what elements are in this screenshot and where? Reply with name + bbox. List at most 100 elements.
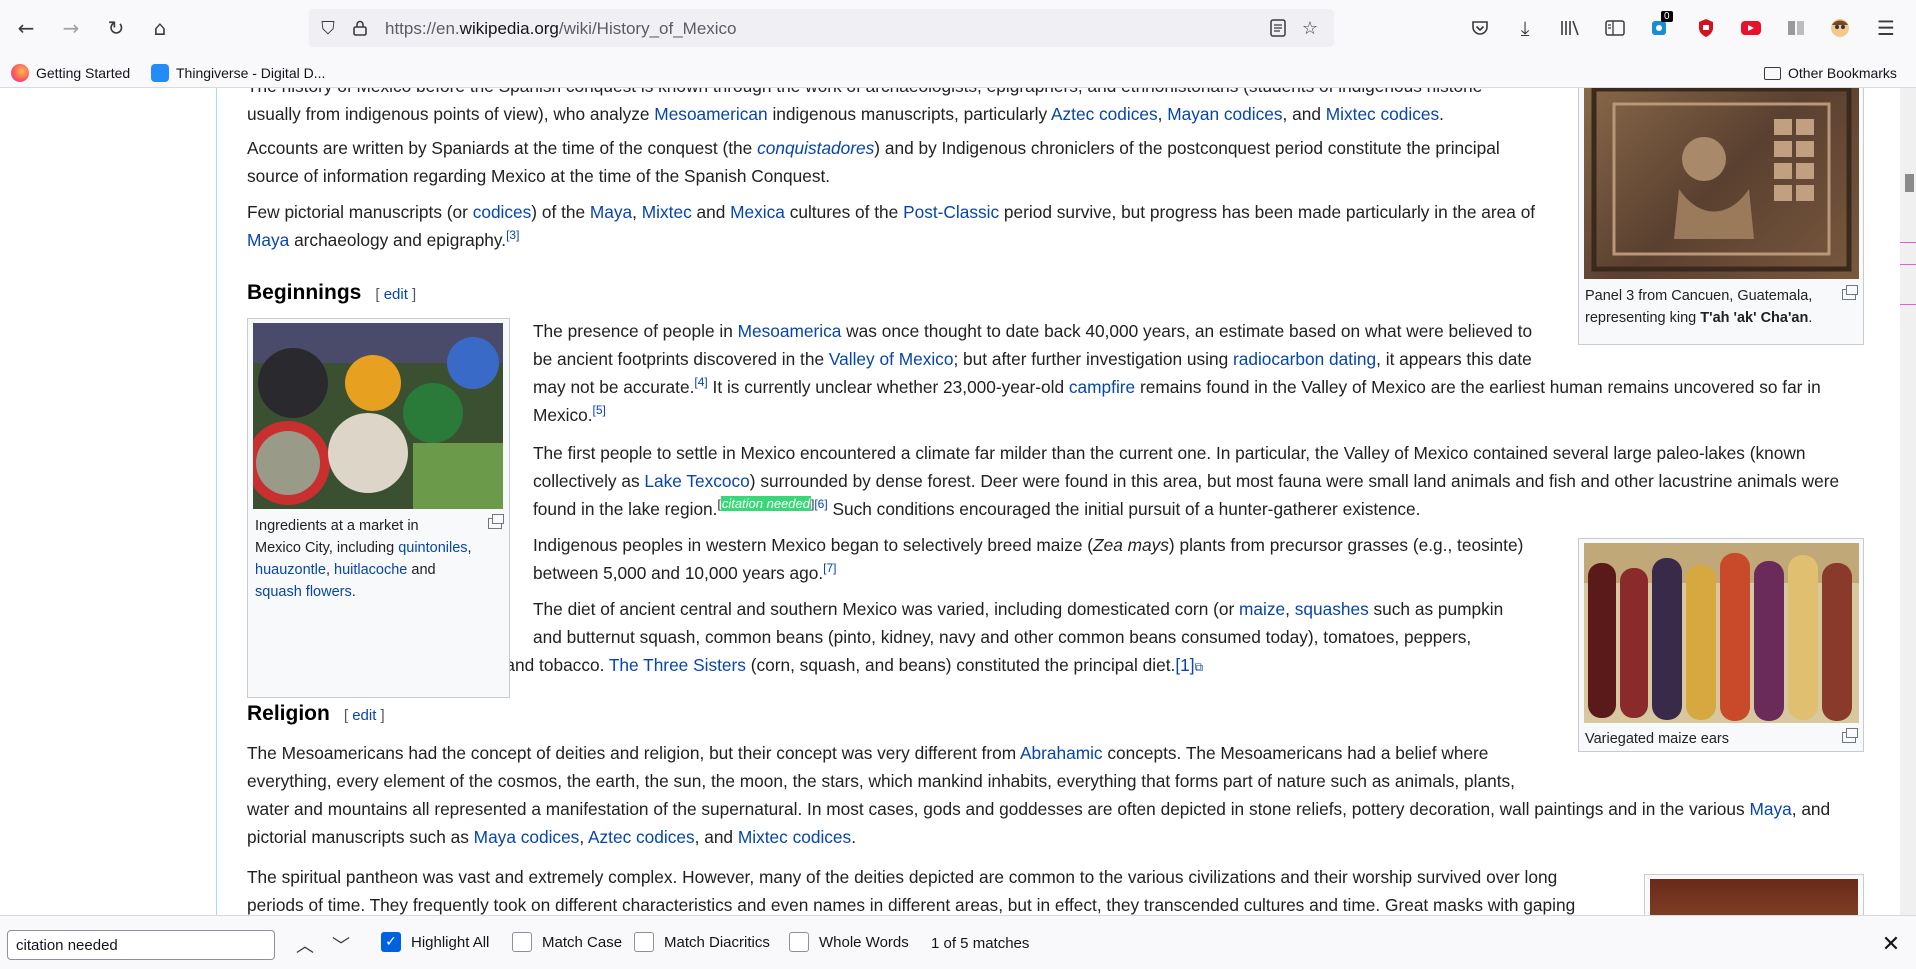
figure-stone-relief [1644,874,1864,915]
enlarge-icon[interactable] [1842,728,1858,743]
link-mixtec-codices-2[interactable]: Mixtec codices [738,827,851,847]
forward-arrow-icon[interactable]: → [57,14,85,42]
video-extension-icon[interactable] [1737,14,1765,42]
reload-icon[interactable]: ↻ [102,14,130,42]
avatar-extension-icon[interactable] [1826,14,1854,42]
link-squashes[interactable]: squashes [1295,599,1369,619]
other-bookmarks[interactable]: Other Bookmarks [1764,63,1897,83]
figure-maize: Variegated maize ears [1578,538,1864,752]
link-radiocarbon-dating[interactable]: radiocarbon dating [1233,349,1376,369]
vertical-scrollbar[interactable] [1900,88,1916,915]
link-codices[interactable]: codices [473,202,532,222]
link-maya-3[interactable]: Maya [1749,799,1791,819]
ref-1[interactable]: [1] [1175,655,1194,675]
checkbox-box [512,932,532,952]
checkbox-box [634,932,654,952]
enlarge-icon[interactable] [1842,285,1858,300]
r-p2-line-2: periods of time. They frequently took on… [247,895,1576,915]
highlight-all-checkbox[interactable]: ✓ Highlight All [381,932,489,952]
bookmark-label: Thingiverse - Digital D... [176,65,326,81]
edit-section-link[interactable]: [ edit ] [375,286,416,303]
figure-market: Ingredients at a market in Mexico City, … [247,318,510,698]
address-bar[interactable]: ⛉ https://en.wikipedia.org/wiki/History_… [309,9,1334,47]
extension-badge: 0 [1661,11,1673,22]
checkmark-icon: ✓ [381,932,401,952]
match-diacritics-checkbox[interactable]: Match Diacritics [634,932,770,952]
lock-icon[interactable] [349,17,371,39]
ref-3[interactable]: [3] [506,228,519,242]
menu-hamburger-icon[interactable]: ☰ [1872,14,1900,42]
reading-extension-icon[interactable] [1782,14,1810,42]
market-image[interactable] [253,323,503,509]
url-text[interactable]: https://en.wikipedia.org/wiki/History_of… [385,19,737,39]
link-valley-of-mexico[interactable]: Valley of Mexico [829,349,954,369]
find-next-icon[interactable]: ﹀ [328,932,354,958]
bookmark-label: Getting Started [36,65,131,81]
link-abrahamic[interactable]: Abrahamic [1020,743,1103,763]
bookmark-getting-started[interactable]: Getting Started [11,63,130,83]
bookmark-star-icon[interactable]: ☆ [1299,17,1321,39]
r-p2-line-1: The spiritual pantheon was vast and extr… [247,867,1558,887]
find-previous-icon[interactable]: ︿ [292,932,318,958]
scrollbar-thumb[interactable] [1905,174,1914,192]
match-diacritics-label: Match Diacritics [664,933,770,951]
ref-6[interactable]: [6] [814,497,827,511]
find-status: 1 of 5 matches [931,935,1030,952]
close-icon[interactable]: ✕ [1877,930,1905,958]
intro-paragraph-1: The history of Mexico before the Spanish… [247,88,1482,128]
link-mesoamerica[interactable]: Mesoamerica [738,321,842,341]
checkbox-box [789,932,809,952]
link-aztec-codices-2[interactable]: Aztec codices [588,827,695,847]
back-arrow-icon[interactable]: ← [12,14,40,42]
downloads-icon[interactable]: ⤓ [1511,14,1539,42]
enlarge-icon[interactable] [488,514,504,529]
citation-needed-highlight[interactable]: citation needed [720,496,811,512]
content-border [216,88,217,915]
ref-4[interactable]: [4] [694,375,707,389]
other-bookmarks-label: Other Bookmarks [1788,65,1897,81]
find-input[interactable] [7,930,275,960]
library-icon[interactable] [1556,14,1584,42]
ref-5[interactable]: [5] [593,403,606,417]
link-quintoniles[interactable]: quintoniles [398,540,467,556]
whole-words-checkbox[interactable]: Whole Words [789,932,909,952]
link-conquistadores[interactable]: conquistadores [757,138,874,158]
pocket-icon[interactable] [1466,14,1494,42]
bookmark-thingiverse[interactable]: Thingiverse - Digital D... [151,63,325,83]
cancuen-panel-image[interactable] [1584,88,1859,279]
whole-words-label: Whole Words [819,933,909,951]
figure-cancuen-panel: Panel 3 from Cancuen, Guatemala, represe… [1578,88,1864,345]
edit-section-link[interactable]: [ edit ] [344,707,385,724]
link-huauzontle[interactable]: huauzontle [255,562,326,578]
link-mixtec[interactable]: Mixtec [642,202,692,222]
link-maya[interactable]: Maya [590,202,632,222]
link-huitlacoche[interactable]: huitlacoche [334,562,407,578]
sidebar-icon[interactable] [1601,14,1629,42]
match-marker [1900,264,1916,265]
ref-7[interactable]: [7] [823,561,836,575]
link-mayan-codices[interactable]: Mayan codices [1167,104,1282,124]
link-aztec-codices[interactable]: Aztec codices [1051,104,1158,124]
link-mesoamerican[interactable]: Mesoamerican [654,104,767,124]
link-mixtec-codices[interactable]: Mixtec codices [1326,104,1439,124]
match-case-checkbox[interactable]: Match Case [512,932,622,952]
browser-toolbar: ← → ↻ ⌂ ⛉ https://en.wikipedia.org/wiki/… [0,0,1916,57]
link-post-classic[interactable]: Post-Classic [903,202,999,222]
link-three-sisters[interactable]: The Three Sisters [609,655,746,675]
link-maya-codices[interactable]: Maya codices [474,827,580,847]
heading-beginnings: Beginnings[ edit ] [247,281,417,304]
link-mexica[interactable]: Mexica [730,202,785,222]
home-icon[interactable]: ⌂ [146,14,174,42]
link-maya-2[interactable]: Maya [247,230,289,250]
extension-puzzle-icon[interactable]: 0 [1646,11,1674,42]
stone-relief-image[interactable] [1650,879,1858,915]
link-lake-texcoco[interactable]: Lake Texcoco [644,471,749,491]
link-squash-flowers[interactable]: squash flowers [255,584,352,600]
link-maize[interactable]: maize [1239,599,1285,619]
link-campfire[interactable]: campfire [1069,377,1135,397]
r-p1-line-2: everything, every element of the cosmos,… [247,771,1515,791]
maize-image[interactable] [1584,543,1859,723]
reader-view-icon[interactable] [1267,17,1289,39]
ublock-icon[interactable] [1692,14,1720,42]
shield-icon[interactable]: ⛉ [317,17,339,39]
